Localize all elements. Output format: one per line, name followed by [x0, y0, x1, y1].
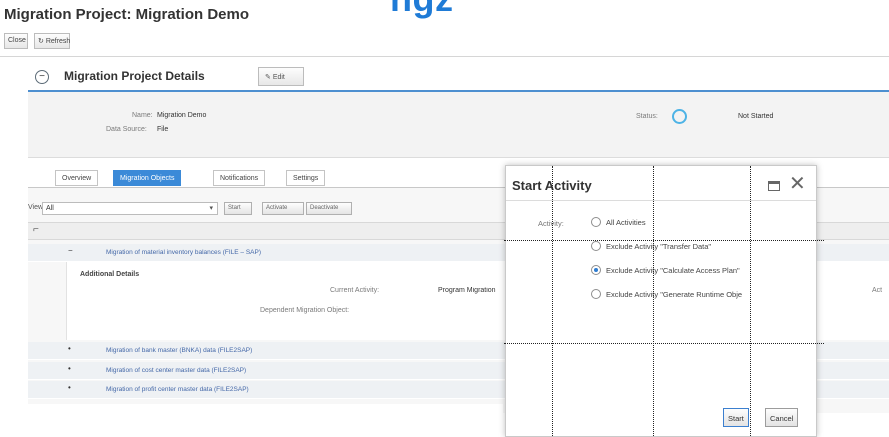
tab-notifications[interactable]: Notifications	[213, 170, 266, 186]
header-divider	[0, 56, 889, 57]
close-label: Close	[8, 37, 26, 44]
collapse-circle-icon[interactable]: −	[35, 70, 49, 84]
status-label: Status:	[636, 113, 658, 120]
blank-area	[0, 404, 503, 437]
option-exclude-calculate-access-plan-label[interactable]: Exclude Activity "Calculate Access Plan"	[606, 266, 740, 275]
option-exclude-transfer-data-label[interactable]: Exclude Activity "Transfer Data"	[606, 242, 711, 251]
edit-button[interactable]: ✎ Edit	[258, 67, 304, 86]
row-link[interactable]: Migration of cost center master data (FI…	[106, 367, 246, 374]
close-button[interactable]: Close	[4, 33, 28, 49]
data-source-label: Data Source:	[106, 126, 147, 133]
name-value: Migration Demo	[157, 112, 207, 119]
edit-label: Edit	[272, 74, 285, 81]
option-exclude-generate-runtime-label[interactable]: Exclude Activity "Generate Runtime Obje	[606, 290, 742, 299]
dialog-cancel-button[interactable]: Cancel	[765, 408, 799, 427]
banner-text-fragment: ngz	[390, 0, 453, 20]
row-link[interactable]: Migration of bank master (BNKA) data (FI…	[106, 347, 252, 354]
guide-line-vertical	[750, 166, 751, 436]
row-link[interactable]: Migration of profit center master data (…	[106, 386, 249, 393]
radio-exclude-calculate-access-plan[interactable]	[591, 265, 601, 275]
current-activity-value: Program Migration	[438, 287, 496, 294]
activate-button[interactable]: Activate	[262, 202, 304, 215]
view-value: All	[46, 205, 54, 212]
name-label: Name:	[132, 112, 153, 119]
dialog-start-button[interactable]: Start	[723, 408, 749, 427]
deactivate-button[interactable]: Deactivate	[306, 202, 352, 215]
row-expand-icon[interactable]: •	[68, 344, 71, 353]
additional-details-title: Additional Details	[80, 271, 140, 278]
chevron-down-icon: ▾	[209, 205, 213, 212]
current-activity-label: Current Activity:	[330, 287, 380, 294]
radio-exclude-transfer-data[interactable]	[591, 241, 601, 251]
page-title: Migration Project: Migration Demo	[4, 6, 250, 23]
table-settings-icon[interactable]: ⌐	[33, 224, 39, 235]
data-source-value: File	[157, 126, 169, 133]
status-value: Not Started	[738, 113, 774, 120]
maximize-icon[interactable]	[768, 181, 780, 191]
close-icon[interactable]: ✕	[789, 174, 806, 194]
tab-overview[interactable]: Overview	[55, 170, 99, 186]
option-all-activities-label[interactable]: All Activities	[606, 218, 646, 227]
row-expand-icon[interactable]: •	[68, 383, 71, 392]
refresh-label: Refresh	[45, 38, 71, 45]
refresh-button[interactable]: ↻ Refresh	[34, 33, 70, 49]
activity-label: Activity:	[538, 219, 564, 228]
status-indicator-icon	[672, 109, 687, 124]
guide-line-vertical	[552, 166, 553, 436]
tab-migration-objects[interactable]: Migration Objects	[113, 170, 182, 186]
radio-exclude-generate-runtime[interactable]	[591, 289, 601, 299]
tab-settings[interactable]: Settings	[286, 170, 326, 186]
section-title: Migration Project Details	[64, 69, 205, 83]
pencil-icon: ✎	[265, 74, 273, 81]
activity-column-cut: Act	[872, 287, 883, 294]
radio-all-activities[interactable]	[591, 217, 601, 227]
refresh-icon: ↻	[38, 38, 46, 45]
row-link[interactable]: Migration of material inventory balances…	[106, 249, 261, 256]
row-expand-icon[interactable]: •	[68, 364, 71, 373]
dependent-object-label: Dependent Migration Object:	[260, 307, 350, 314]
start-button[interactable]: Start	[224, 202, 252, 215]
row-collapse-icon[interactable]: −	[68, 246, 73, 255]
guide-line-vertical	[653, 166, 654, 436]
details-panel	[28, 92, 889, 158]
view-select[interactable]: All ▾	[42, 202, 218, 215]
